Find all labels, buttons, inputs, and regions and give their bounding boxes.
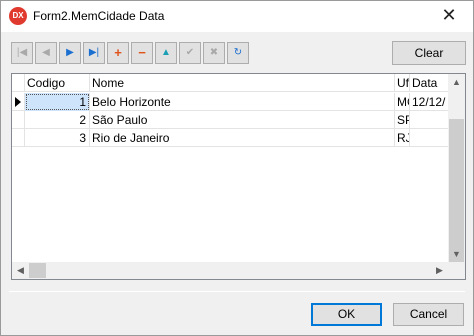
horizontal-scrollbar[interactable]: ◀ ▶ <box>12 262 448 279</box>
prior-record-button[interactable]: ◀ <box>35 42 57 64</box>
ok-button[interactable]: OK <box>311 303 382 326</box>
close-icon[interactable]: ✕ <box>439 5 459 26</box>
post-record-button[interactable]: ✔ <box>179 42 201 64</box>
dialog-window: DX Form2.MemCidade Data ✕ |◀ ◀ ▶ ▶| + − … <box>0 0 474 336</box>
scroll-right-icon[interactable]: ▶ <box>431 262 448 279</box>
indicator-header <box>12 74 25 92</box>
table-row[interactable]: 1 Belo Horizonte MG 12/12/ <box>12 93 452 111</box>
row-indicator[interactable] <box>12 111 25 129</box>
cell-uf[interactable]: MG <box>395 93 410 111</box>
cell-uf[interactable]: SP <box>395 111 410 129</box>
horizontal-scroll-thumb[interactable] <box>29 263 46 278</box>
cell-nome[interactable]: São Paulo <box>90 111 395 129</box>
scroll-up-icon[interactable]: ▲ <box>448 74 465 91</box>
row-indicator[interactable] <box>12 129 25 147</box>
edit-record-button[interactable]: ▲ <box>155 42 177 64</box>
row-indicator[interactable] <box>12 93 25 111</box>
window-title: Form2.MemCidade Data <box>33 9 165 23</box>
table-row[interactable]: 3 Rio de Janeiro RJ <box>12 129 452 147</box>
table-row[interactable]: 2 São Paulo SP <box>12 111 452 129</box>
column-header-codigo[interactable]: Codigo <box>25 74 90 92</box>
app-icon: DX <box>9 7 27 25</box>
first-record-button[interactable]: |◀ <box>11 42 33 64</box>
grid-header: Codigo Nome Uf Data <box>12 74 452 92</box>
cell-nome[interactable]: Rio de Janeiro <box>90 129 395 147</box>
refresh-button[interactable]: ↻ <box>227 42 249 64</box>
cell-uf[interactable]: RJ <box>395 129 410 147</box>
scroll-corner <box>448 262 465 279</box>
cancel-edit-button[interactable]: ✖ <box>203 42 225 64</box>
footer-divider <box>9 291 465 292</box>
last-record-button[interactable]: ▶| <box>83 42 105 64</box>
current-row-pointer-icon <box>15 97 21 107</box>
cell-codigo[interactable]: 2 <box>25 111 90 129</box>
column-header-nome[interactable]: Nome <box>90 74 395 92</box>
next-record-button[interactable]: ▶ <box>59 42 81 64</box>
cell-codigo[interactable]: 1 <box>25 93 90 111</box>
scroll-down-icon[interactable]: ▼ <box>448 246 465 263</box>
title-bar: DX Form2.MemCidade Data ✕ <box>1 1 473 32</box>
column-header-uf[interactable]: Uf <box>395 74 410 92</box>
cancel-button[interactable]: Cancel <box>393 303 464 326</box>
vertical-scroll-thumb[interactable] <box>449 119 464 262</box>
scroll-left-icon[interactable]: ◀ <box>12 262 29 279</box>
delete-record-button[interactable]: − <box>131 42 153 64</box>
data-grid[interactable]: Codigo Nome Uf Data 1 Belo Horizonte MG … <box>11 73 466 280</box>
cell-nome[interactable]: Belo Horizonte <box>90 93 395 111</box>
cell-codigo[interactable]: 3 <box>25 129 90 147</box>
insert-record-button[interactable]: + <box>107 42 129 64</box>
clear-button[interactable]: Clear <box>392 41 466 65</box>
vertical-scrollbar[interactable]: ▲ ▼ <box>448 74 465 263</box>
